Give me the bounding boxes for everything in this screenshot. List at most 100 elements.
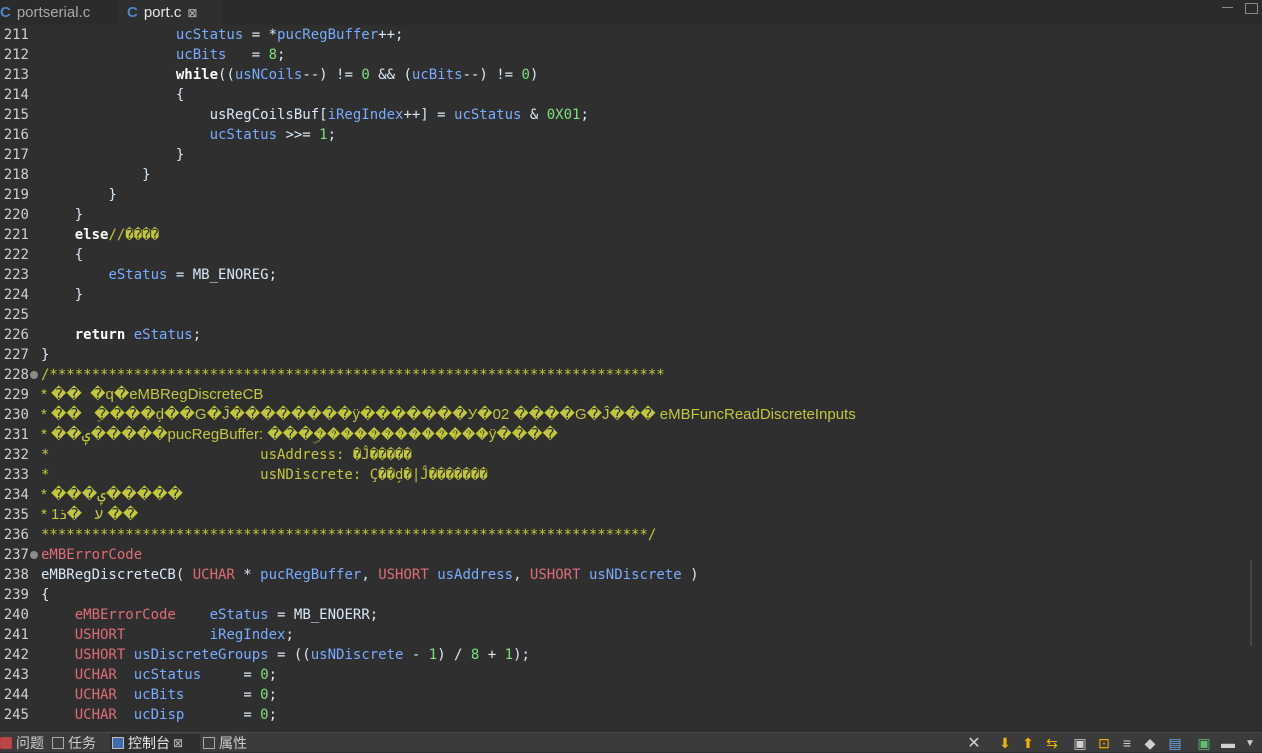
code-line[interactable]: ucStatus = *pucRegBuffer++; xyxy=(41,25,404,45)
bottom-panel-tab-bar: 问题 任务 控制台 ⊠ 属性 ✕ ⬇ ⬆ ⇆ ▣ ⊡ ≡ ◆ ▤ ▣ ▬ ▼ xyxy=(0,732,1262,752)
line-number: 240 xyxy=(3,607,29,623)
line-number: 219 xyxy=(3,187,29,203)
c-file-icon: C xyxy=(0,4,11,21)
code-line[interactable]: usRegCoilsBuf[iRegIndex++] = ucStatus & … xyxy=(41,105,589,125)
console-icon xyxy=(112,737,124,749)
maximize-editor-icon[interactable] xyxy=(1245,3,1258,14)
code-line[interactable]: UCHAR ucStatus = 0; xyxy=(41,665,277,685)
code-line[interactable]: * �� �q�eMBRegDiscreteCB xyxy=(41,385,263,405)
pin-icon[interactable]: ▣ xyxy=(1071,735,1089,751)
minimize-icon[interactable]: ▬ xyxy=(1221,735,1235,751)
code-line[interactable]: ****************************************… xyxy=(41,525,656,545)
tab-port-c[interactable]: C port.c ⊠ xyxy=(119,0,222,25)
tab-properties[interactable]: 属性 xyxy=(203,734,259,752)
view-menu-icon[interactable]: ▼ xyxy=(1243,735,1257,751)
line-number: 220 xyxy=(3,207,29,223)
code-line[interactable]: * ���ݷ����� xyxy=(41,485,183,505)
code-line[interactable]: * ��ݷ�����pucRegBuffer: ���ۣ������������… xyxy=(41,425,558,445)
line-number: 228 xyxy=(3,367,29,383)
code-line[interactable]: * usNDiscrete: Ç��d̗�|Ĵ������� xyxy=(41,465,488,485)
code-line[interactable]: USHORT usDiscreteGroups = ((usNDiscrete … xyxy=(41,645,530,665)
line-number: 215 xyxy=(3,107,29,123)
tab-label: 问题 xyxy=(16,735,44,751)
line-number: 239 xyxy=(3,587,29,603)
code-line[interactable]: { xyxy=(41,85,184,105)
line-number: 237 xyxy=(3,547,29,563)
fold-toggle-icon[interactable] xyxy=(30,551,38,559)
tab-label: port.c xyxy=(143,4,182,21)
word-wrap-icon[interactable]: ≡ xyxy=(1119,735,1135,751)
line-number: 218 xyxy=(3,167,29,183)
line-number: 211 xyxy=(3,27,29,43)
line-number: 235 xyxy=(3,507,29,523)
code-line[interactable]: } xyxy=(41,285,83,305)
code-line[interactable]: /***************************************… xyxy=(41,365,665,385)
code-line[interactable]: } xyxy=(41,205,83,225)
code-line[interactable]: ucStatus >>= 1; xyxy=(41,125,336,145)
code-line[interactable]: else//���� xyxy=(41,225,159,245)
open-console-icon[interactable]: ▣ xyxy=(1195,735,1213,751)
scroll-lock-up-icon[interactable]: ⬆ xyxy=(1019,735,1037,751)
tab-portserial-c[interactable]: C portserial.c xyxy=(0,0,116,25)
swap-icon[interactable]: ⇆ xyxy=(1043,735,1061,751)
line-number: 223 xyxy=(3,267,29,283)
tab-tasks[interactable]: 任务 xyxy=(52,734,106,752)
line-number: 230 xyxy=(3,407,29,423)
line-number: 217 xyxy=(3,147,29,163)
line-number: 224 xyxy=(3,287,29,303)
line-number: 243 xyxy=(3,667,29,683)
close-icon[interactable]: ⊠ xyxy=(187,6,197,20)
code-line[interactable]: * usAddress: �Ĵ����� xyxy=(41,445,412,465)
code-line[interactable]: UCHAR ucDisp = 0; xyxy=(41,705,277,725)
lock-icon[interactable]: ⊡ xyxy=(1095,735,1113,751)
line-number: 222 xyxy=(3,247,29,263)
code-line[interactable]: * �� �ֵ���d̗��G�Ĵ��������ÿ�������У�02 ��… xyxy=(41,405,856,425)
line-number: 213 xyxy=(3,67,29,83)
line-number: 225 xyxy=(3,307,29,323)
scroll-lock-down-icon[interactable]: ⬇ xyxy=(996,735,1014,751)
overview-ruler-marker xyxy=(1250,560,1252,646)
line-number: 227 xyxy=(3,347,29,363)
code-line[interactable]: { xyxy=(41,585,49,605)
tab-label: 属性 xyxy=(219,735,247,751)
problems-icon xyxy=(0,737,12,749)
line-number: 221 xyxy=(3,227,29,243)
minimize-editor-icon[interactable] xyxy=(1222,7,1233,8)
code-line[interactable]: UCHAR ucBits = 0; xyxy=(41,685,277,705)
line-number: 242 xyxy=(3,647,29,663)
tab-label: 控制台 xyxy=(128,735,170,751)
code-line[interactable]: ucBits = 8; xyxy=(41,45,286,65)
code-line[interactable]: eStatus = MB_ENOREG; xyxy=(41,265,277,285)
tab-console[interactable]: 控制台 ⊠ xyxy=(110,734,200,752)
code-line[interactable]: } xyxy=(41,185,116,205)
line-number: 234 xyxy=(3,487,29,503)
code-line[interactable]: while((usNCoils--) != 0 && (ucBits--) !=… xyxy=(41,65,539,85)
line-number: 216 xyxy=(3,127,29,143)
code-line[interactable]: { xyxy=(41,245,83,265)
code-line[interactable]: eMBRegDiscreteCB( UCHAR * pucRegBuffer, … xyxy=(41,565,699,585)
fold-toggle-icon[interactable] xyxy=(30,371,38,379)
code-line[interactable]: eMBErrorCode xyxy=(41,545,142,565)
code-line[interactable]: return eStatus; xyxy=(41,325,201,345)
code-editor[interactable]: 211 ucStatus = *pucRegBuffer++; 212 ucBit… xyxy=(0,25,1262,732)
c-file-icon: C xyxy=(127,4,138,21)
line-number: 226 xyxy=(3,327,29,343)
close-icon[interactable]: ⊠ xyxy=(173,736,183,750)
code-line[interactable]: * ע �ܪ1 �� xyxy=(41,505,138,525)
clear-icon[interactable]: ◆ xyxy=(1141,735,1159,751)
tab-label: portserial.c xyxy=(16,4,91,21)
tasks-icon xyxy=(52,737,64,749)
code-line[interactable]: } xyxy=(41,345,49,365)
line-number: 232 xyxy=(3,447,29,463)
code-line[interactable]: } xyxy=(41,145,184,165)
tab-problems[interactable]: 问题 xyxy=(0,734,48,752)
code-line[interactable]: eMBErrorCode eStatus = MB_ENOERR; xyxy=(41,605,378,625)
line-number: 214 xyxy=(3,87,29,103)
line-number: 229 xyxy=(3,387,29,403)
code-line[interactable]: USHORT iRegIndex; xyxy=(41,625,294,645)
close-console-icon[interactable]: ✕ xyxy=(965,735,983,752)
code-line[interactable]: } xyxy=(41,165,150,185)
line-number: 233 xyxy=(3,467,29,483)
line-number: 236 xyxy=(3,527,29,543)
display-selected-icon[interactable]: ▤ xyxy=(1166,735,1184,751)
